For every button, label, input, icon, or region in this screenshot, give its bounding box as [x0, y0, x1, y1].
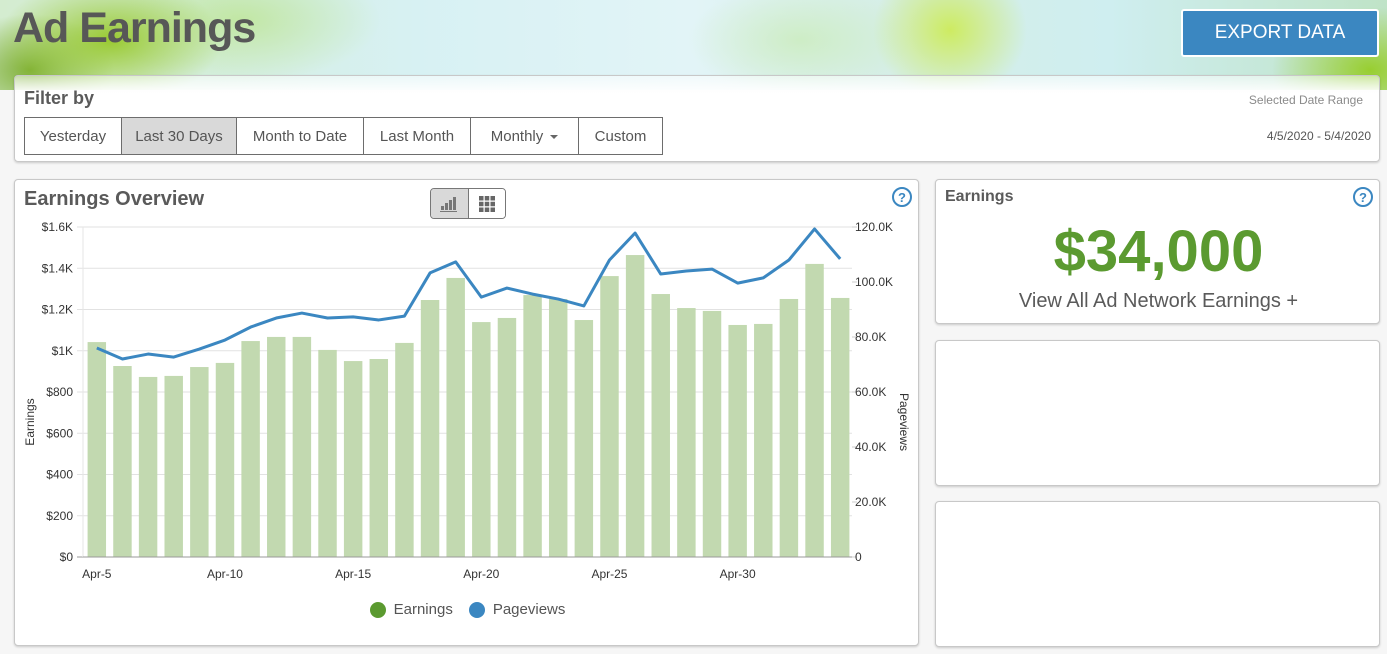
filter-button-label: Last Month [379, 127, 455, 145]
bar-earnings [87, 342, 107, 557]
x-tick-label: Apr-5 [82, 567, 112, 581]
x-tick-label: Apr-10 [207, 567, 243, 581]
y2-tick-label: 40.0K [855, 440, 886, 454]
chart-view-toggle [430, 188, 506, 219]
bar-earnings [574, 320, 594, 557]
y2-tick-label: 20.0K [855, 495, 886, 509]
filter-custom-button[interactable]: Custom [579, 118, 662, 154]
filter-panel: Filter by Yesterday Last 30 Days Month t… [14, 75, 1380, 162]
y2-tick-label: 60.0K [855, 385, 886, 399]
bar-earnings [523, 295, 542, 557]
filter-last-month-button[interactable]: Last Month [364, 118, 471, 154]
bar-earnings [754, 323, 773, 557]
bar-earnings [190, 367, 209, 557]
filter-button-group: Yesterday Last 30 Days Month to Date Las… [24, 117, 663, 155]
y-tick-label: $800 [46, 385, 73, 399]
bar-earnings [420, 300, 440, 557]
bar-earnings [805, 263, 824, 557]
bar-earnings [267, 336, 286, 557]
y-tick-label: $600 [46, 426, 73, 440]
bar-earnings [779, 298, 799, 557]
filter-button-label: Monthly [490, 127, 544, 145]
date-range-label: Selected Date Range [1248, 93, 1363, 107]
earnings-total-value: $34,000 [1053, 219, 1264, 284]
earnings-chart: $0 $200 $400 $600 $800 $1K $1.2K $1.4K $1.6K 0 20.… [23, 220, 911, 581]
bar-earnings [472, 322, 491, 557]
legend-label: Pageviews [492, 601, 566, 618]
bar-earnings [113, 366, 132, 557]
bar-earnings [343, 361, 363, 557]
bar-earnings [215, 362, 235, 557]
bar-earnings [625, 255, 645, 558]
x-tick-label: Apr-20 [463, 567, 499, 581]
filter-yesterday-button[interactable]: Yesterday [25, 118, 122, 154]
earnings-overview-panel: $0 $200 $400 $600 $800 $1K $1.2K $1.4K $1.6K 0 20.… [14, 179, 919, 646]
bar-earnings [600, 276, 619, 557]
earnings-card-title: Earnings [945, 188, 1014, 205]
y2-tick-label: 80.0K [855, 330, 886, 344]
bar-earnings [728, 324, 747, 557]
bar-earnings [651, 294, 670, 557]
y-tick-label: $200 [46, 509, 73, 523]
x-tick-label: Apr-30 [720, 567, 756, 581]
bar-earnings [677, 308, 696, 557]
y2-axis-title: Pageviews [897, 393, 911, 451]
y2-tick-label: 0 [855, 550, 862, 564]
bar-chart-icon [440, 196, 458, 212]
filter-monthly-dropdown[interactable]: Monthly [471, 118, 579, 154]
bar-earnings [292, 336, 312, 557]
filter-month-to-date-button[interactable]: Month to Date [237, 118, 364, 154]
grid-icon [478, 195, 495, 212]
y-tick-label: $1.6K [42, 220, 73, 234]
y-tick-label: $0 [60, 550, 74, 564]
filter-button-label: Yesterday [39, 127, 107, 145]
filter-last-30-days-button[interactable]: Last 30 Days [122, 118, 237, 154]
page-title: Ad Earnings [13, 4, 256, 52]
legend-dot-pageviews [468, 601, 485, 618]
y2-tick-label: 100.0K [855, 275, 893, 289]
export-data-button[interactable]: EXPORT DATA [1181, 9, 1379, 57]
y-tick-label: $1K [52, 344, 73, 358]
view-all-ad-network-earnings-link[interactable]: View All Ad Network Earnings + [936, 290, 1381, 313]
legend-item-pageviews[interactable]: Pageviews [468, 601, 566, 618]
earnings-card: Earnings ? $34,000 View All Ad Network E… [935, 179, 1380, 324]
bar-earnings [497, 317, 517, 557]
bar-earnings [702, 310, 722, 557]
filter-button-label: Month to Date [252, 127, 348, 145]
filter-button-label: Custom [594, 127, 647, 145]
filter-button-label: Last 30 Days [135, 127, 223, 145]
help-icon[interactable]: ? [1353, 187, 1373, 207]
bar-earnings [446, 277, 465, 557]
y2-tick-label: 120.0K [855, 220, 893, 234]
help-icon[interactable]: ? [892, 187, 912, 207]
bar-earnings [395, 342, 414, 557]
grid-view-button[interactable] [468, 189, 505, 218]
y-tick-label: $400 [46, 468, 73, 482]
empty-card-1 [935, 340, 1380, 486]
caret-down-icon [550, 135, 559, 139]
y-tick-label: $1.4K [42, 261, 73, 275]
x-tick-label: Apr-25 [591, 567, 627, 581]
bar-earnings [318, 349, 337, 557]
bar-earnings [241, 341, 260, 557]
bar-earnings [548, 298, 568, 557]
bar-earnings [164, 375, 183, 557]
x-tick-label: Apr-15 [335, 567, 371, 581]
bar-chart-view-button[interactable] [431, 189, 469, 218]
overview-title: Earnings Overview [24, 188, 205, 210]
chart-legend: Earnings Pageviews [15, 601, 920, 618]
y-axis-title: Earnings [23, 398, 37, 445]
y-tick-label: $1.2K [42, 303, 73, 317]
legend-label: Earnings [393, 601, 453, 618]
bar-earnings [138, 376, 158, 557]
bar-earnings [369, 359, 389, 557]
legend-dot-earnings [369, 601, 386, 618]
legend-item-earnings[interactable]: Earnings [369, 601, 453, 618]
empty-card-2 [935, 501, 1380, 647]
date-range-value: 4/5/2020 - 5/4/2020 [1266, 129, 1371, 143]
bar-earnings [830, 297, 850, 557]
filter-label: Filter by [24, 88, 95, 108]
